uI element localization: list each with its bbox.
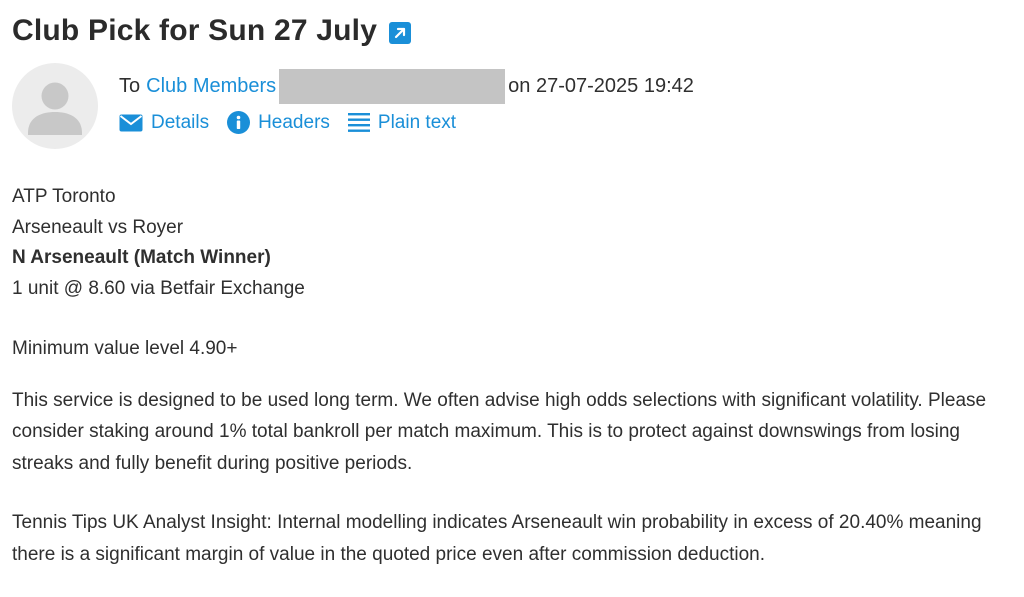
headers-button[interactable]: Headers — [227, 111, 330, 134]
selection-line: N Arseneault (Match Winner) — [12, 247, 271, 268]
recipient-link[interactable]: Club Members — [146, 75, 276, 98]
insight-paragraph: Tennis Tips UK Analyst Insight: Internal… — [12, 512, 982, 565]
plain-text-button[interactable]: Plain text — [347, 111, 457, 134]
email-body: ATP Toronto Arseneault vs Royer N Arsene… — [12, 182, 1012, 570]
email-subject-row: Club Pick for Sun 27 July — [12, 14, 412, 48]
details-label: Details — [151, 111, 210, 133]
redacted-recipients — [279, 68, 506, 104]
recipient-line: To Club Members on 27-07-2025 19:42 — [119, 68, 694, 104]
headers-label: Headers — [258, 111, 330, 133]
message-actions: Details Headers Plain text — [119, 111, 474, 134]
envelope-icon — [119, 114, 143, 132]
email-subject: Club Pick for Sun 27 July — [12, 14, 378, 47]
disclaimer-paragraph: This service is designed to be used long… — [12, 389, 987, 474]
lines-icon — [347, 112, 370, 134]
match-line: Arseneault vs Royer — [12, 216, 184, 238]
tournament-line: ATP Toronto — [12, 186, 116, 207]
user-avatar-icon — [12, 63, 98, 149]
external-link-icon[interactable] — [389, 22, 412, 44]
details-button[interactable]: Details — [119, 112, 209, 134]
min-value-line: Minimum value level 4.90+ — [12, 338, 238, 359]
plain-text-label: Plain text — [377, 111, 457, 133]
to-prefix: To — [119, 74, 141, 97]
stake-line: 1 unit @ 8.60 via Betfair Exchange — [12, 277, 305, 299]
sent-date: on 27-07-2025 19:42 — [508, 74, 694, 97]
info-icon — [227, 111, 251, 134]
